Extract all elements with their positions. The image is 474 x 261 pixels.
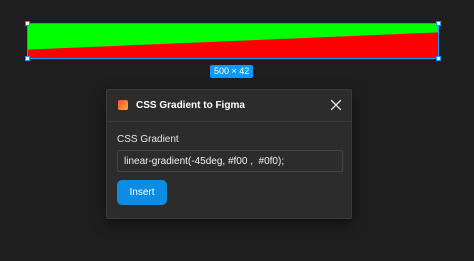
plugin-gradient-icon [118, 100, 128, 110]
plugin-dialog: CSS Gradient to Figma CSS Gradient Inser… [106, 89, 352, 219]
dialog-title: CSS Gradient to Figma [136, 100, 245, 111]
dialog-header: CSS Gradient to Figma [107, 90, 351, 122]
resize-handle-top-left[interactable] [25, 21, 30, 26]
close-button[interactable] [329, 98, 343, 112]
gradient-frame[interactable] [25, 21, 441, 61]
resize-handle-top-right[interactable] [436, 21, 441, 26]
resize-handle-bottom-left[interactable] [25, 56, 30, 61]
close-icon [330, 99, 342, 111]
insert-button[interactable]: Insert [117, 180, 167, 205]
figma-canvas[interactable]: 500 × 42 CSS Gradient to Figma CSS Gradi… [0, 0, 474, 261]
frame-size-badge: 500 × 42 [210, 65, 254, 78]
css-gradient-label: CSS Gradient [117, 134, 179, 145]
resize-handle-bottom-right[interactable] [436, 56, 441, 61]
css-gradient-input[interactable] [117, 150, 343, 172]
